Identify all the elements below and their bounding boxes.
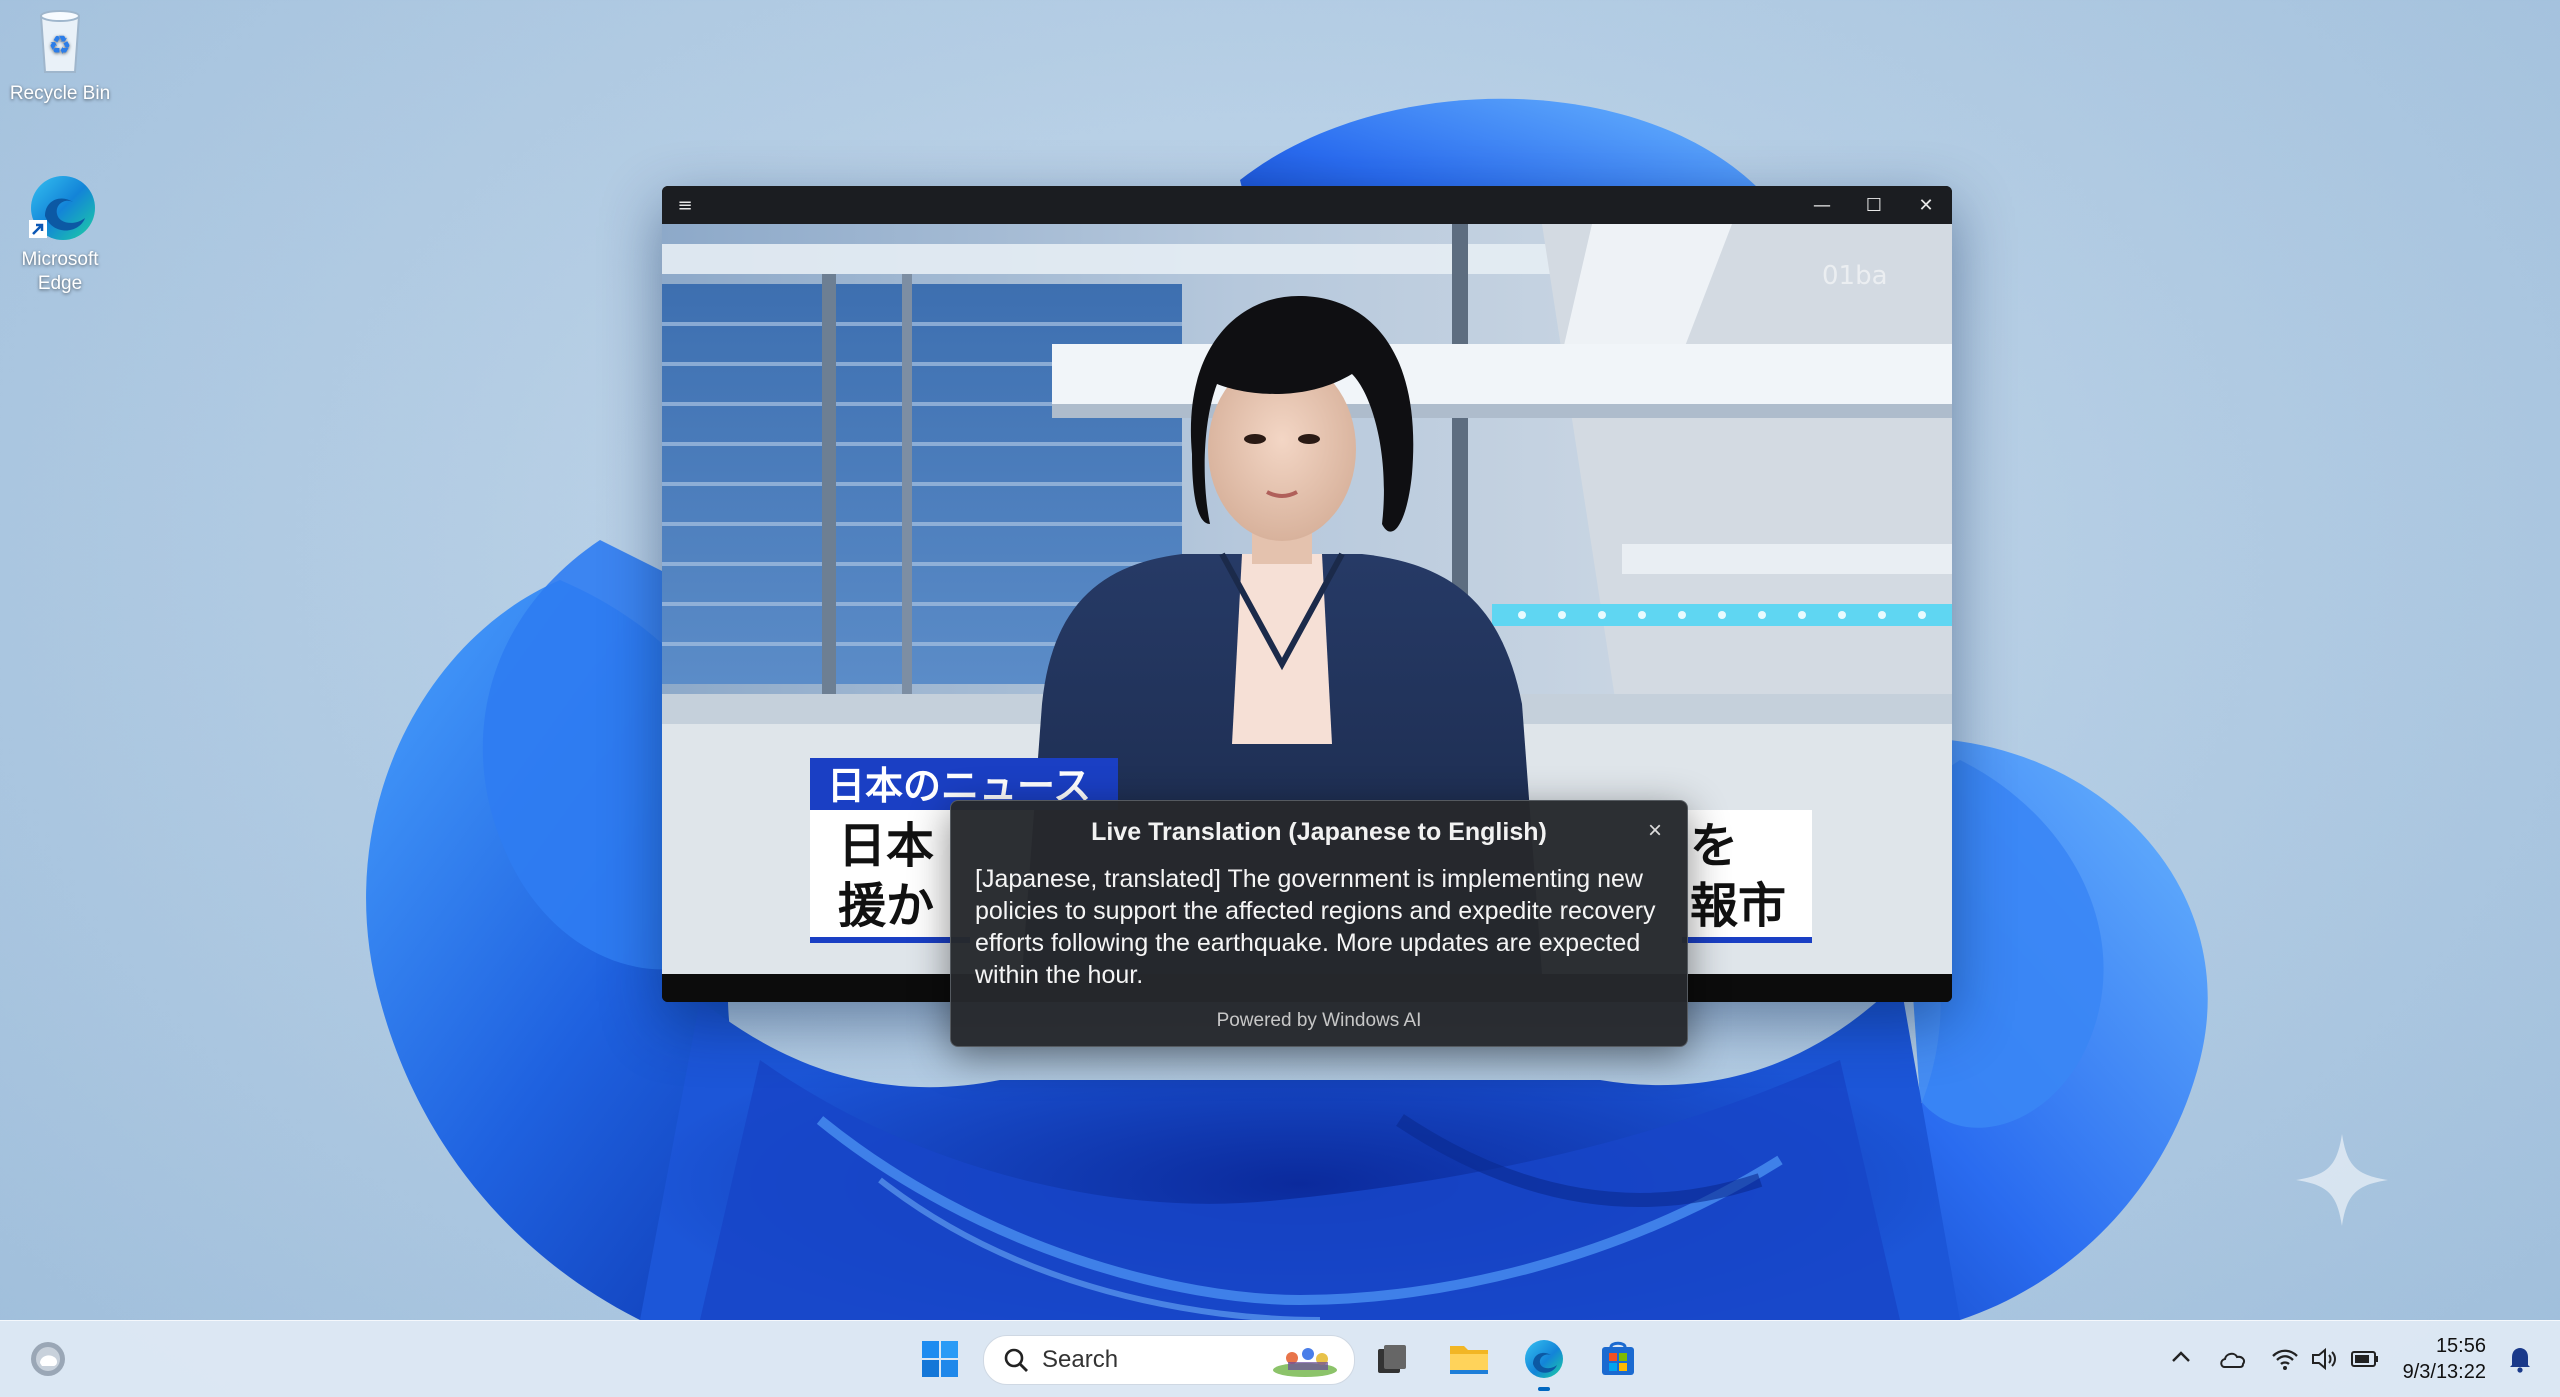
translation-close-button[interactable]: × [1637,813,1673,849]
edge-icon [25,172,95,242]
translation-text: [Japanese, translated] The government is… [975,865,1656,989]
close-icon: × [1647,817,1662,844]
svg-text:♻: ♻ [48,31,71,61]
minimize-button[interactable]: — [1796,186,1848,224]
onedrive-button[interactable] [2213,1339,2253,1379]
store-icon [1602,1341,1634,1375]
desktop-icon-label: Recycle Bin [9,83,111,104]
show-hidden-icons-button[interactable] [2161,1339,2201,1379]
speaker-icon [2311,1347,2336,1371]
close-button[interactable]: ✕ [1900,186,1952,224]
edge-icon [1525,1340,1563,1378]
start-icon [922,1341,958,1377]
running-indicator [1538,1387,1550,1391]
widgets-button[interactable] [22,1333,74,1385]
desktop-icon-microsoft-edge[interactable]: Microsoft Edge [0,172,120,296]
task-view-icon [1378,1345,1406,1373]
live-translation-popup: Live Translation (Japanese to English) ×… [950,800,1688,1047]
edge-taskbar-button[interactable] [1518,1333,1570,1391]
search-highlight-icon [1270,1342,1340,1378]
system-tray: 15:56 9/3/13:22 [2161,1321,2540,1397]
task-view-button[interactable] [1366,1333,1418,1385]
bell-icon [2510,1348,2530,1373]
clock-button[interactable]: 15:56 9/3/13:22 [2403,1333,2486,1385]
search-icon [1002,1346,1030,1374]
battery-button[interactable] [2345,1339,2385,1379]
start-button[interactable] [914,1333,966,1385]
taskbar-search-box[interactable]: Search [983,1335,1355,1385]
weather-icon [31,1342,65,1376]
recycle-bin-icon: ♻ [25,6,95,76]
hamburger-icon: ≡ [677,194,693,216]
caption-line2-right: 報市 [1690,878,1786,934]
cloud-icon [2219,1352,2245,1368]
close-icon: ✕ [1918,194,1934,216]
maximize-button[interactable]: ☐ [1848,186,1900,224]
store-button[interactable] [1592,1333,1644,1385]
caption-line1-left: 日本 [838,818,934,874]
caption-line2-left: 援か [838,878,934,934]
clock-time: 15:56 [2435,1335,2486,1357]
desktop-icon-label: Microsoft Edge [21,249,99,294]
chevron-up-icon [2170,1350,2192,1369]
menu-button[interactable]: ≡ [662,186,708,224]
sparkle-icon [2296,1134,2388,1226]
volume-button[interactable] [2305,1339,2345,1379]
battery-icon [2350,1351,2378,1367]
desktop-icon-recycle-bin[interactable]: ♻ Recycle Bin [0,6,120,106]
caption-line1-right: を [1690,818,1738,874]
file-explorer-icon [1450,1346,1488,1374]
notifications-button[interactable] [2500,1339,2540,1379]
clock-date: 9/3/13:22 [2402,1361,2486,1383]
file-explorer-button[interactable] [1443,1333,1495,1385]
translation-footer: Powered by Windows AI [1216,1010,1422,1031]
window-title-bar[interactable]: ≡ — ☐ ✕ [662,186,1952,224]
wifi-icon [2271,1349,2298,1370]
taskbar: Search 15:56 9/3/13:22 [0,1320,2560,1397]
minimize-icon: — [1813,194,1831,216]
channel-watermark: 01ba [1822,261,1888,291]
search-placeholder: Search [1042,1346,1119,1373]
maximize-icon: ☐ [1865,194,1883,216]
network-button[interactable] [2265,1339,2305,1379]
translation-title: Live Translation (Japanese to English) [1091,818,1547,846]
